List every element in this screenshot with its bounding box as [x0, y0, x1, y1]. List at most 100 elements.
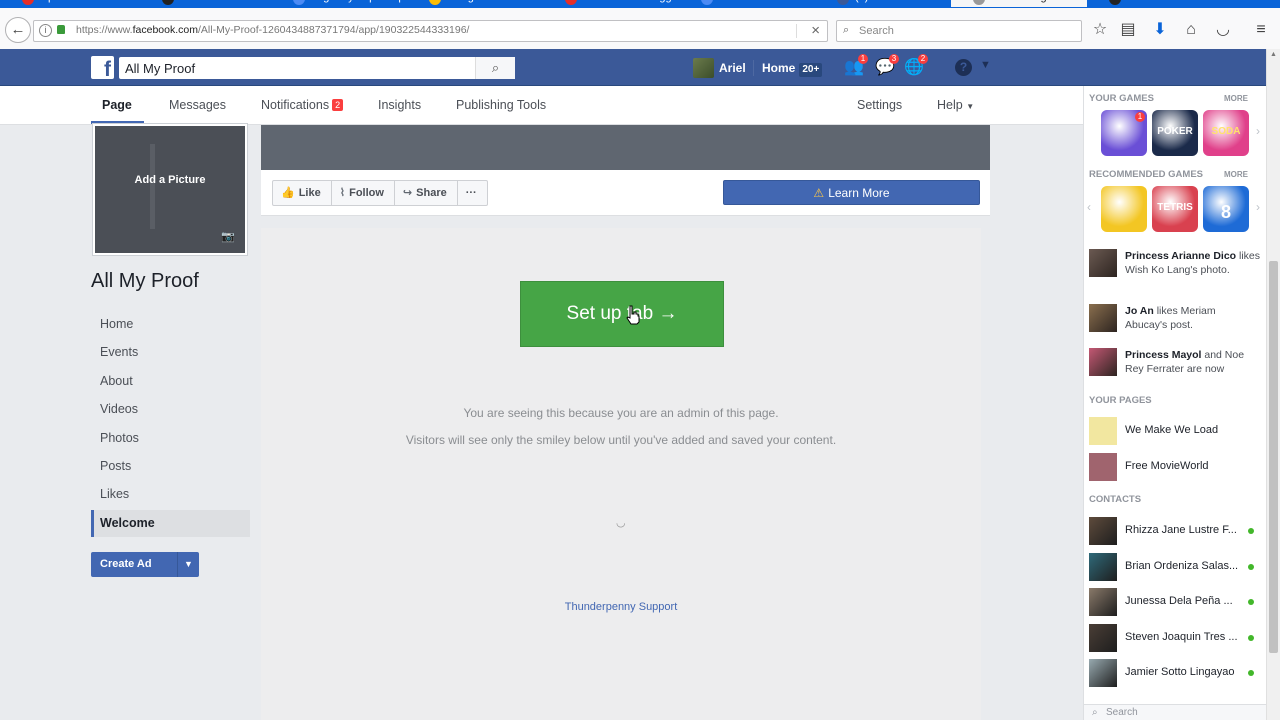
left-nav-item[interactable]: Likes	[91, 481, 250, 508]
create-ad-button[interactable]: Create Ad ▼	[91, 552, 199, 577]
browser-tab[interactable]: another term for×	[679, 0, 815, 7]
browser-tab[interactable]: Uploads - YouTube×	[0, 0, 136, 7]
admin-notice: You are seeing this because you are an a…	[463, 406, 779, 420]
browser-tab[interactable]: Eligibility to participate×	[271, 0, 407, 7]
soda-game-icon[interactable]: SODA	[1203, 110, 1249, 156]
chat-search-input[interactable]: ⌕ Search	[1084, 704, 1267, 720]
globe-notifications-icon[interactable]: 🌐 2	[903, 54, 928, 79]
like-button[interactable]: 👍 Like	[273, 181, 332, 205]
left-nav-item[interactable]: Photos	[91, 425, 250, 452]
contact-item[interactable]: Junessa Dela Peña ...	[1089, 588, 1257, 616]
browser-tab[interactable]: Connecting...×	[951, 0, 1087, 7]
camera-icon[interactable]: 📷	[221, 230, 235, 243]
url-bar[interactable]: i https://www.facebook.com/All-My-Proof-…	[33, 20, 828, 42]
browser-tab[interactable]: Google AdSense×	[407, 0, 543, 7]
stop-icon[interactable]: ×	[811, 22, 820, 39]
page-actions-row: 👍 Like ⌇ Follow ↪ Share ··· ⚠ Learn More	[261, 170, 990, 216]
browser-search-bar[interactable]: ⌕ Search	[836, 20, 1082, 42]
geometry-game-icon[interactable]	[1101, 186, 1147, 232]
browser-tab[interactable]: Infotech×	[140, 0, 276, 7]
profile-picture[interactable]: Add a Picture 📷	[93, 124, 247, 255]
tab-settings[interactable]: Settings	[857, 98, 902, 112]
your-games-more-link[interactable]: MORE	[1224, 94, 1248, 103]
contact-item[interactable]: Rhizza Jane Lustre F...	[1089, 517, 1257, 545]
tab-label: (6) Static HTML	[855, 0, 932, 3]
game-icon[interactable]: 1	[1101, 110, 1147, 156]
chevron-right-icon[interactable]: ›	[1256, 124, 1260, 138]
contact-item[interactable]: Steven Joaquin Tres ...	[1089, 623, 1257, 652]
left-nav-item[interactable]: Videos	[91, 396, 250, 423]
left-nav-item[interactable]: Posts	[91, 453, 250, 480]
your-page-item[interactable]: Free MovieWorld	[1089, 453, 1259, 481]
lock-icon[interactable]	[57, 25, 65, 34]
share-button[interactable]: ↪ Share	[395, 181, 458, 205]
chevron-down-icon[interactable]: ▼	[177, 552, 199, 577]
add-picture-label: Add a Picture	[134, 174, 206, 186]
home-icon[interactable]: ⌂	[1180, 19, 1202, 41]
learn-more-label: Learn More	[828, 186, 890, 200]
download-icon[interactable]: ⬇	[1149, 19, 1171, 41]
tab-page[interactable]: Page	[102, 98, 132, 112]
contact-item[interactable]: Jamier Sotto Lingayao	[1089, 659, 1257, 687]
page-title[interactable]: All My Proof	[91, 270, 199, 293]
tab-help[interactable]: Help ▼	[937, 98, 974, 112]
pool-game-icon[interactable]: 8	[1203, 186, 1249, 232]
smiley-icon: ◡	[616, 517, 626, 529]
ticker-text: Princess Arianne Dico likes Wish Ko Lang…	[1125, 249, 1260, 277]
left-nav-item[interactable]: Events	[91, 339, 250, 366]
account-caret-icon[interactable]: ▼	[980, 59, 991, 71]
chevron-right-icon[interactable]: ›	[1256, 200, 1260, 214]
recommended-games-heading: RECOMMENDED GAMES	[1089, 169, 1204, 180]
tab-insights[interactable]: Insights	[378, 98, 421, 112]
learn-more-button[interactable]: ⚠ Learn More	[723, 180, 980, 205]
left-nav-item[interactable]: About	[91, 368, 250, 395]
chevron-left-icon[interactable]: ‹	[1087, 200, 1091, 214]
scroll-up-icon[interactable]: ▲	[1270, 51, 1277, 58]
info-icon[interactable]: i	[39, 24, 52, 37]
facebook-search-input[interactable]: All My Proof ⌕	[119, 57, 515, 79]
profile-link[interactable]: Ariel	[693, 57, 746, 79]
tab-messages[interactable]: Messages	[169, 98, 226, 112]
home-link[interactable]: Home 20+	[762, 57, 823, 79]
tab-notifications[interactable]: Notifications 2	[261, 98, 344, 112]
left-nav-item[interactable]: Welcome	[91, 509, 250, 537]
browser-tab[interactable]: (6) Static HTML×	[815, 0, 951, 7]
left-nav-item[interactable]: Home	[91, 311, 250, 338]
set-up-tab-button[interactable]: Set up tab →	[520, 281, 724, 347]
tab-publishing-tools[interactable]: Publishing Tools	[456, 98, 546, 112]
search-icon[interactable]: ⌕	[475, 57, 515, 79]
ticker-name: Princess Arianne Dico	[1125, 250, 1237, 262]
your-page-item[interactable]: We Make We Load	[1089, 417, 1259, 445]
friend-requests-icon[interactable]: 👥 1	[843, 54, 868, 79]
tab-favicon-icon	[565, 0, 577, 5]
support-link-text[interactable]: Thunderpenny Support	[565, 601, 678, 613]
tab-close-icon[interactable]: ×	[130, 0, 136, 2]
facebook-logo-icon[interactable]: f	[91, 56, 114, 81]
reading-list-icon[interactable]: ▤	[1117, 19, 1139, 41]
bookmark-star-icon[interactable]: ☆	[1089, 19, 1111, 41]
flag-icon	[150, 144, 200, 229]
recommended-games-more-link[interactable]: MORE	[1224, 170, 1248, 179]
search-icon: ⌕	[1092, 707, 1098, 718]
poker-game-icon[interactable]: POKER	[1152, 110, 1198, 156]
menu-icon[interactable]: ≡	[1250, 19, 1272, 41]
scrollbar-thumb[interactable]	[1269, 261, 1278, 653]
page-scrollbar[interactable]: ▲	[1266, 49, 1280, 720]
home-label: Home	[762, 61, 796, 75]
follow-button[interactable]: ⌇ Follow	[332, 181, 395, 205]
share-label: Share	[416, 187, 447, 199]
share-arrow-icon: ↪	[402, 187, 413, 199]
tab-close-icon[interactable]: ×	[1217, 0, 1223, 2]
back-arrow-icon[interactable]: ←	[5, 17, 31, 43]
messages-icon[interactable]: 💬 3	[874, 54, 899, 79]
contact-item[interactable]: Brian Ordeniza Salas...	[1089, 552, 1257, 581]
tab-help-label: Help	[937, 98, 963, 112]
browser-tab[interactable]: How to Link Blogger×	[543, 0, 679, 7]
user-name: Ariel	[719, 61, 746, 75]
more-options-button[interactable]: ···	[458, 181, 487, 205]
browser-tab[interactable]: Infotech×	[1087, 0, 1223, 7]
pocket-icon[interactable]: ◡	[1212, 19, 1234, 41]
help-icon[interactable]: ?	[955, 59, 972, 76]
cover-photo[interactable]	[261, 125, 990, 170]
tetris-game-icon[interactable]: TETRIS	[1152, 186, 1198, 232]
